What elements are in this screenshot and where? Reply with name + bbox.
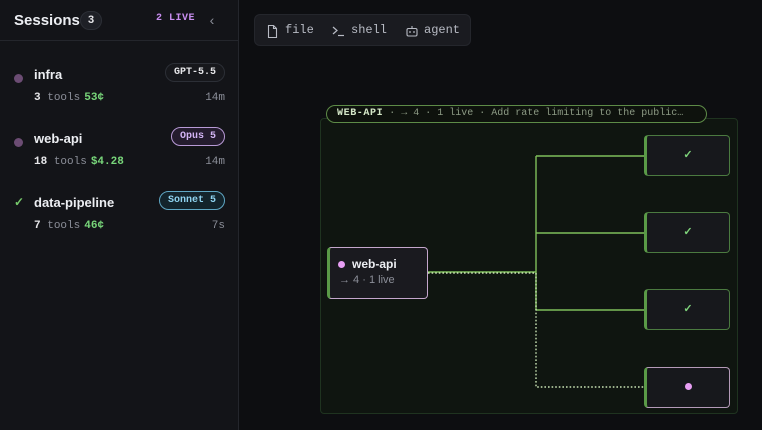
child-agent-node-3[interactable]: ✓ [644,289,730,330]
sidebar-title: Sessions [14,12,80,29]
tools-label: tools [53,156,87,168]
child-agent-node-2[interactable]: ✓ [644,212,730,253]
session-name: web-api [34,131,83,146]
model-badge: Opus 5 [170,127,225,146]
tools-label: tools [47,220,81,232]
live-status-dot-icon [14,138,23,147]
model-badge: GPT-5.5 [164,63,225,82]
session-meta: 7 tools 46¢ [34,220,104,232]
live-status-dot-icon [338,261,345,268]
tools-count: 3 [34,92,41,104]
session-count-badge: 3 [80,11,102,30]
child-agent-node-4[interactable] [644,367,730,408]
terminal-icon [332,26,344,37]
robot-icon [406,26,418,37]
graph-session-details: · → 4 · 1 live · Add rate limiting to th… [389,108,684,119]
file-icon [267,25,278,38]
root-node-subtitle: → 4 · 1 live [339,274,395,286]
session-time: 14m [205,156,225,168]
session-cost: 53¢ [84,92,105,104]
live-status-dot-icon [684,383,692,390]
root-agent-node[interactable]: web-api → 4 · 1 live [327,247,428,299]
shell-button-label: shell [351,23,388,37]
tools-label: tools [47,92,81,104]
check-icon: ✓ [14,195,25,209]
tools-count: 7 [34,220,41,232]
session-name: data-pipeline [34,195,115,210]
live-count-label: 2 LIVE [156,13,196,24]
session-item-web-api[interactable]: web-api Opus 5 18 tools $4.28 14m [0,116,239,176]
session-cost: 46¢ [84,220,105,232]
live-status-dot-icon [14,74,23,83]
check-icon: ✓ [683,226,693,238]
session-cost: $4.28 [90,156,124,168]
sidebar-header: Sessions 3 2 LIVE ‹ [0,0,239,41]
view-toolbar: file shell agent [254,14,471,46]
shell-button[interactable]: shell [332,22,394,40]
sessions-sidebar: Sessions 3 2 LIVE ‹ infra GPT-5.5 3 tool… [0,0,239,430]
graph-session-name: WEB-API [337,108,384,119]
graph-header-pill: WEB-API · → 4 · 1 live · Add rate limiti… [326,105,707,123]
file-button-label: file [285,23,314,37]
agent-button[interactable]: agent [406,22,466,40]
session-time: 7s [211,220,225,232]
check-icon: ✓ [683,303,693,315]
session-meta: 3 tools 53¢ [34,92,104,104]
tools-count: 18 [34,156,48,168]
session-item-data-pipeline[interactable]: ✓ data-pipeline Sonnet 5 7 tools 46¢ 7s [0,180,239,240]
model-badge: Sonnet 5 [158,191,225,210]
session-item-infra[interactable]: infra GPT-5.5 3 tools 53¢ 14m [0,52,239,112]
child-agent-node-1[interactable]: ✓ [644,135,730,176]
session-time: 14m [205,92,225,104]
session-meta: 18 tools $4.28 [34,156,124,168]
file-button[interactable]: file [267,22,327,40]
check-icon: ✓ [683,149,693,161]
agent-button-label: agent [424,23,461,37]
chevron-left-icon[interactable]: ‹ [205,11,219,29]
session-name: infra [34,67,63,82]
root-node-name: web-api [352,257,397,271]
